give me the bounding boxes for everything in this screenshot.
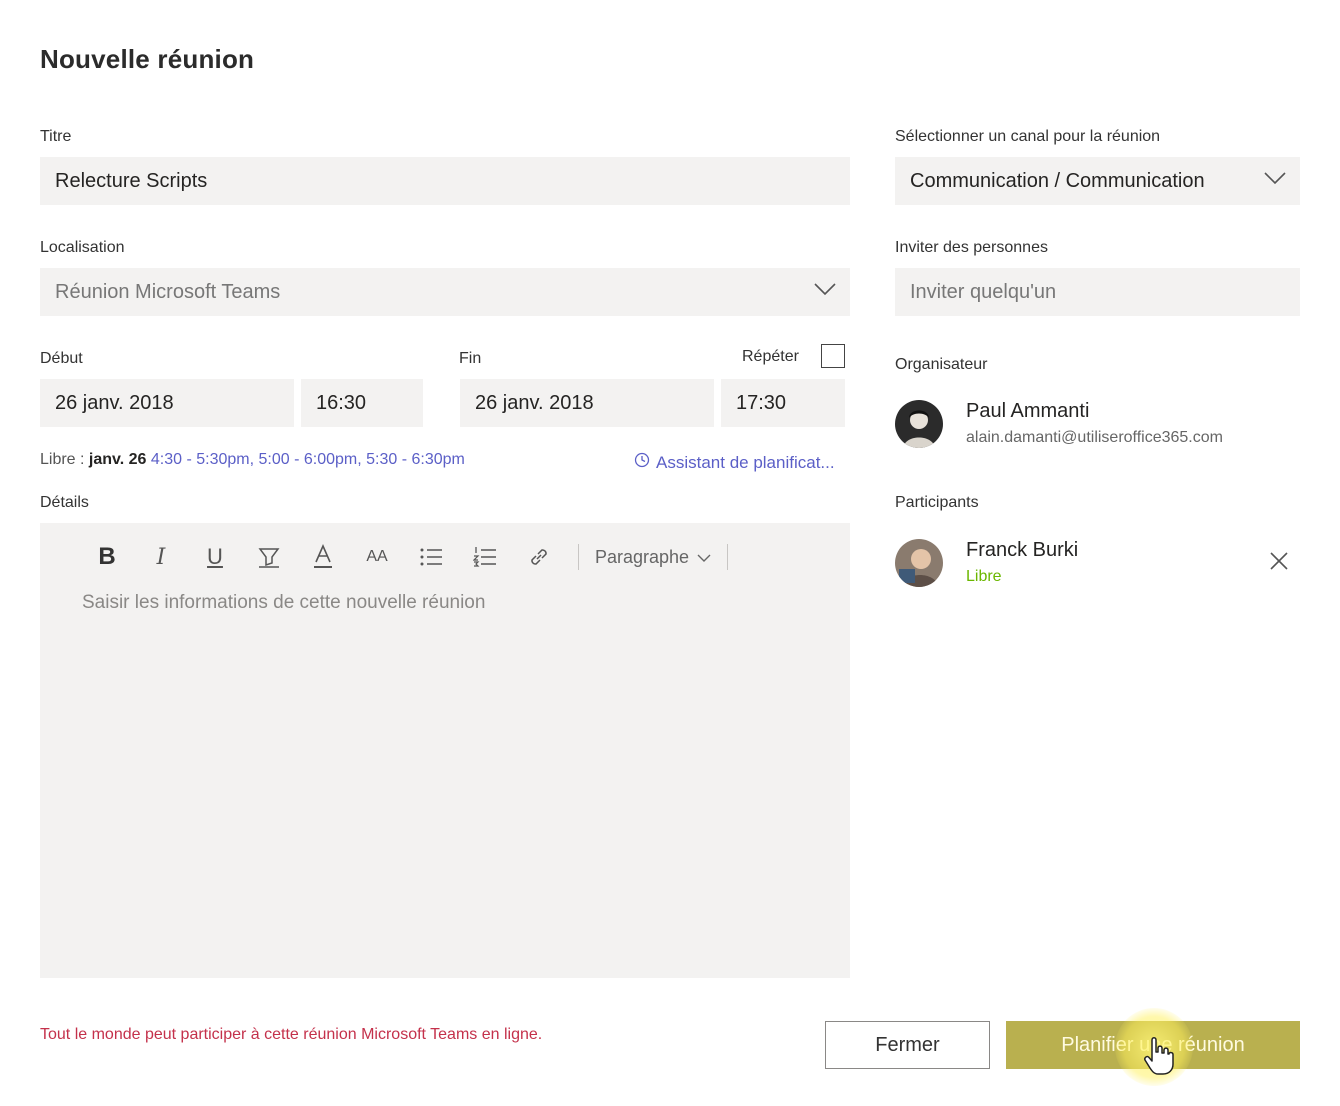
start-label: Début [40,350,83,367]
details-placeholder: Saisir les informations de cette nouvell… [82,592,486,613]
participants-label: Participants [895,494,979,511]
chevron-down-icon [697,547,711,568]
participant-name: Franck Burki [966,539,1079,561]
organizer-name: Paul Ammanti [966,400,1090,422]
formatting-toolbar: B I U AA Paragraphe [80,543,740,571]
organizer-card: Paul Ammanti alain.damanti@utiliseroffic… [895,400,1223,448]
availability-slot[interactable]: 5:30 - 6:30pm [366,451,465,468]
chevron-down-icon [1264,171,1286,185]
channel-label: Sélectionner un canal pour la réunion [895,128,1161,145]
location-label: Localisation [40,239,125,256]
avatar [895,539,943,587]
clock-icon [634,452,650,473]
repeat-label: Répéter [742,348,799,365]
scheduling-assistant-link[interactable]: Assistant de planificat... [634,452,835,473]
bullet-list-icon[interactable] [404,543,458,571]
repeat-checkbox[interactable] [821,344,845,368]
title-label: Titre [40,128,72,145]
font-size-icon[interactable]: AA [350,543,404,571]
end-label: Fin [459,350,482,367]
avatar [895,400,943,448]
title-field[interactable]: Relecture Scripts [40,157,850,205]
details-editor[interactable]: B I U AA Paragraphe Saisir les informati… [40,523,850,978]
highlight-icon[interactable] [242,543,296,571]
details-label: Détails [40,494,89,511]
invite-label: Inviter des personnes [895,239,1048,256]
numbered-list-icon[interactable] [458,543,512,571]
participant-item: Franck Burki Libre [895,539,1078,587]
availability-slot[interactable]: 5:00 - 6:00pm, [259,451,362,468]
hand-cursor-icon [1142,1036,1176,1076]
location-select[interactable]: Réunion Microsoft Teams [40,268,850,316]
font-color-icon[interactable] [296,543,350,571]
public-meeting-notice: Tout le monde peut participer à cette ré… [40,1026,543,1043]
chevron-down-icon [814,282,836,296]
toolbar-divider [578,544,579,570]
scheduling-assistant-label: Assistant de planificat... [656,452,835,472]
end-time-field[interactable]: 17:30 [721,379,845,427]
underline-icon[interactable]: U [188,543,242,571]
availability-date: janv. 26 [88,451,147,468]
start-date-field[interactable]: 26 janv. 2018 [40,379,294,427]
close-icon[interactable] [1268,550,1290,572]
channel-value: Communication / Communication [910,169,1205,192]
invite-input[interactable]: Inviter quelqu'un [895,268,1300,316]
italic-icon[interactable]: I [134,543,188,571]
availability-prefix: Libre : [40,451,85,468]
start-time-field[interactable]: 16:30 [301,379,423,427]
channel-select[interactable]: Communication / Communication [895,157,1300,205]
paragraph-style-dropdown[interactable]: Paragraphe [591,547,715,568]
paragraph-style-label: Paragraphe [595,546,690,567]
participant-status: Libre [966,568,1002,585]
toolbar-divider [727,544,729,570]
bold-icon[interactable]: B [80,543,134,571]
dialog-title: Nouvelle réunion [40,44,255,74]
organizer-email: alain.damanti@utiliseroffice365.com [966,429,1223,446]
end-date-field[interactable]: 26 janv. 2018 [460,379,714,427]
location-value: Réunion Microsoft Teams [55,280,281,303]
availability-line: Libre : janv. 26 4:30 - 5:30pm, 5:00 - 6… [40,451,465,469]
link-icon[interactable] [512,543,566,571]
availability-slot[interactable]: 4:30 - 5:30pm, [151,451,254,468]
close-button[interactable]: Fermer [825,1021,990,1069]
organizer-label: Organisateur [895,356,988,373]
